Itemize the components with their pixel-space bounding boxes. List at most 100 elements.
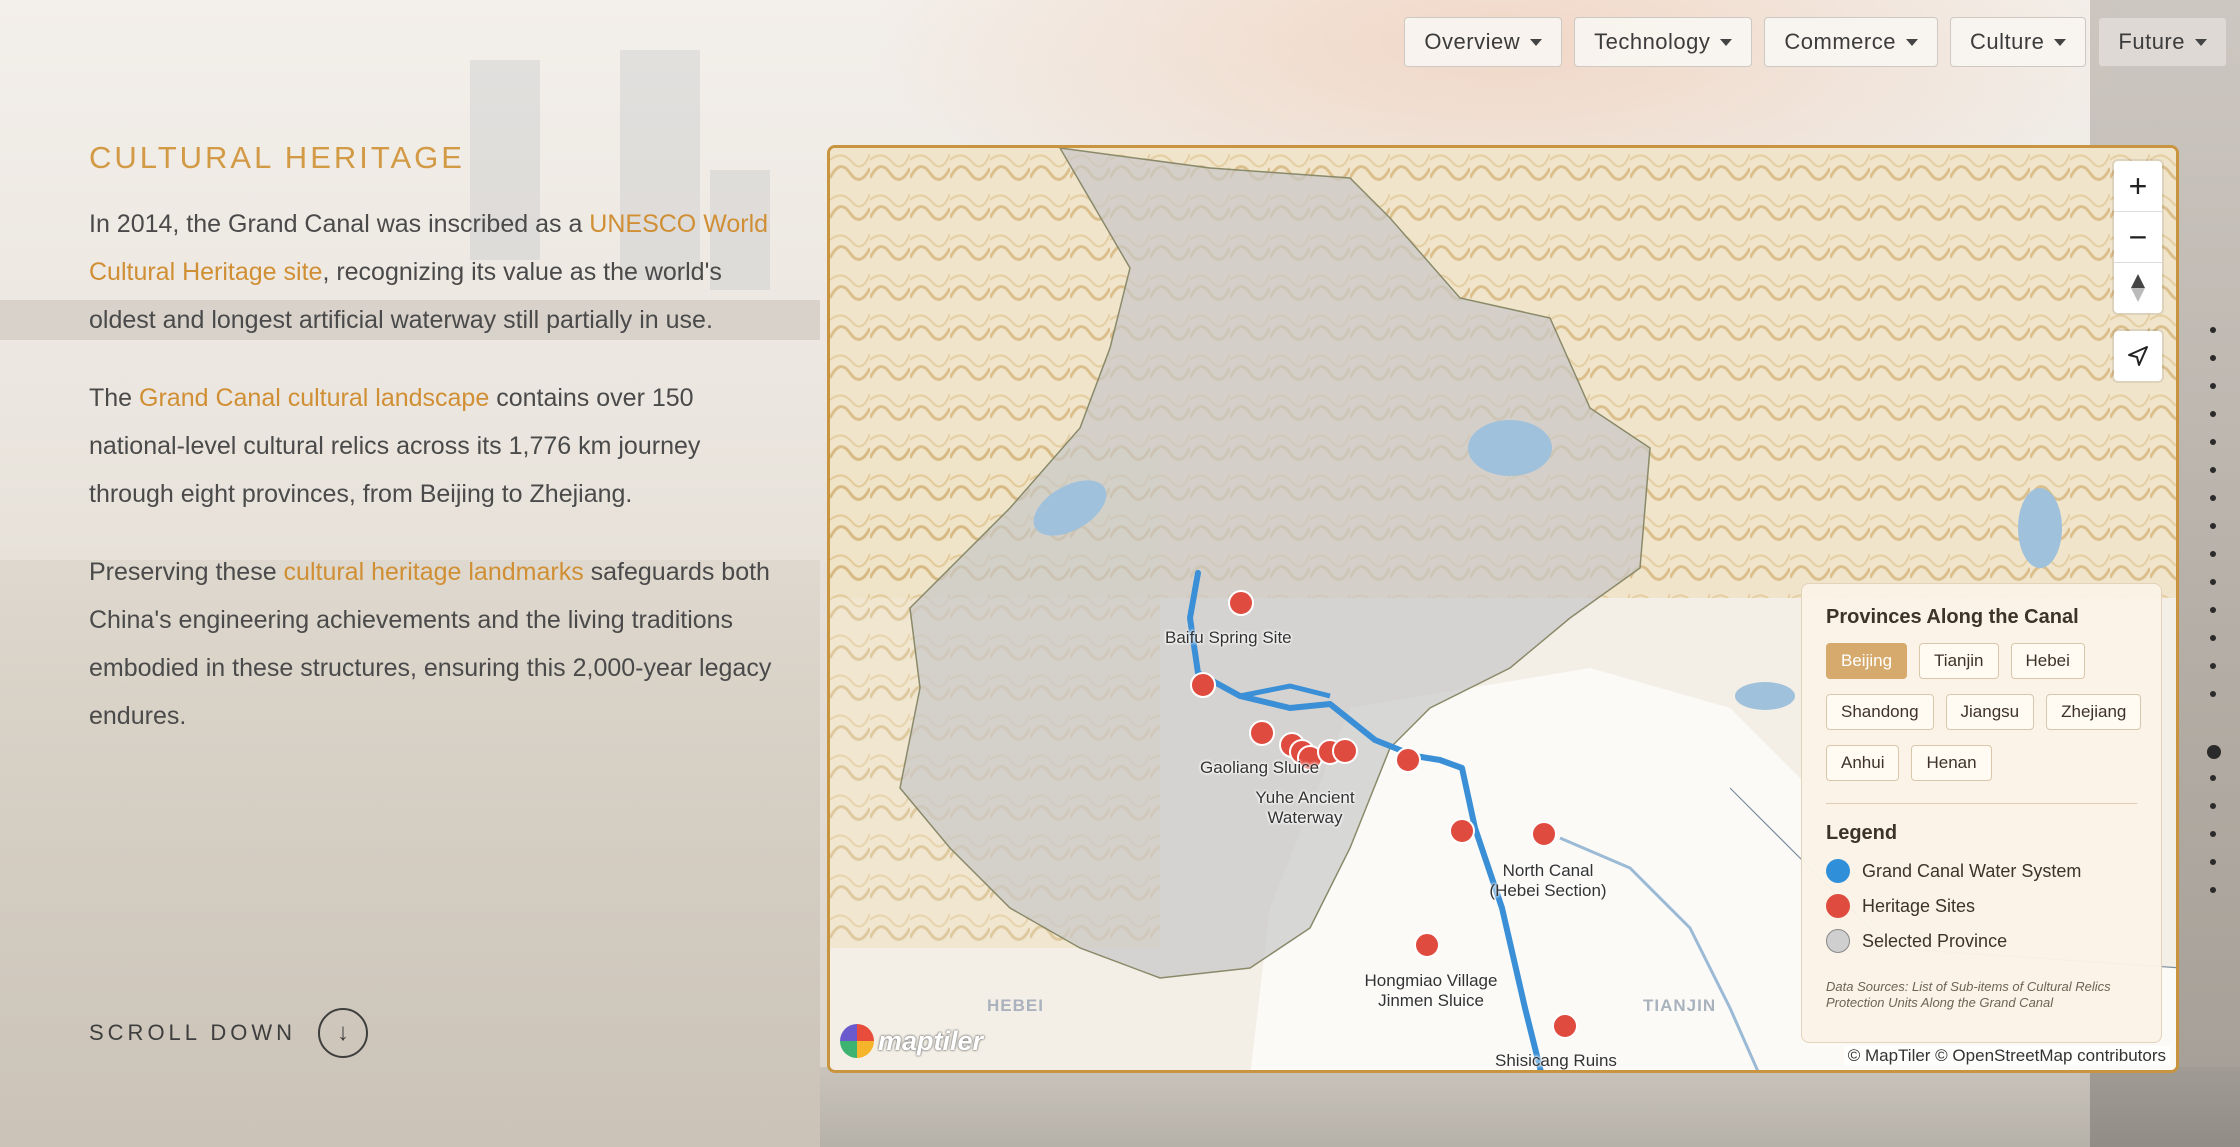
- maptiler-logo[interactable]: maptiler: [840, 1024, 983, 1058]
- paragraph-1: In 2014, the Grand Canal was inscribed a…: [89, 200, 779, 344]
- section-dot[interactable]: [2210, 439, 2216, 445]
- compass-icon: [2131, 274, 2145, 302]
- geolocate-control: [2114, 331, 2162, 381]
- label-hongmiao-sluice: Hongmiao Village Jinmen Sluice: [1364, 971, 1498, 1010]
- nav-overview[interactable]: Overview: [1404, 17, 1563, 67]
- section-dot[interactable]: [2210, 775, 2216, 781]
- legend-item-province: Selected Province: [1826, 929, 2137, 953]
- map-attribution[interactable]: © MapTiler © OpenStreetMap contributors: [1843, 1046, 2170, 1066]
- nav-future[interactable]: Future: [2098, 17, 2227, 67]
- zoom-in-button[interactable]: +: [2114, 161, 2162, 212]
- zoom-out-button[interactable]: −: [2114, 212, 2162, 263]
- heritage-site-marker[interactable]: [1414, 932, 1440, 958]
- nav-future-label: Future: [2118, 29, 2185, 54]
- legend-label: Selected Province: [1862, 930, 2008, 951]
- map-container[interactable]: Baifu Spring Site Gaoliang Sluice Yuhe A…: [827, 145, 2179, 1073]
- navigation-arrow-icon: [2128, 346, 2148, 366]
- content-column: CULTURAL HERITAGE In 2014, the Grand Can…: [89, 140, 779, 770]
- section-dot[interactable]: [2210, 523, 2216, 529]
- section-dot-active[interactable]: [2207, 745, 2221, 759]
- section-dot[interactable]: [2210, 551, 2216, 557]
- section-dot[interactable]: [2210, 859, 2216, 865]
- region-label-tianjin: TIANJIN: [1643, 996, 1717, 1015]
- province-chip-jiangsu[interactable]: Jiangsu: [1945, 694, 2035, 730]
- landscape-highlight: Grand Canal cultural landscape: [139, 384, 490, 412]
- canal-swatch: [1826, 859, 1850, 883]
- legend-label: Grand Canal Water System: [1862, 860, 2082, 881]
- data-sources: Data Sources: List of Sub-items of Cultu…: [1826, 979, 2111, 1010]
- label-shisicang-ruins: Shisicang Ruins: [1495, 1051, 1617, 1070]
- section-dot[interactable]: [2210, 803, 2216, 809]
- legend-item-heritage: Heritage Sites: [1826, 894, 2137, 918]
- section-dot[interactable]: [2210, 607, 2216, 613]
- caret-down-icon: [1720, 38, 1733, 46]
- province-chip-zhejiang[interactable]: Zhejiang: [2046, 694, 2142, 730]
- province-chip-shandong[interactable]: Shandong: [1826, 694, 1934, 730]
- geolocate-button[interactable]: [2114, 331, 2162, 381]
- paragraph-2: The Grand Canal cultural landscape conta…: [89, 374, 779, 518]
- province-chip-henan[interactable]: Henan: [1911, 745, 1992, 781]
- section-dot[interactable]: [2210, 355, 2216, 361]
- heritage-site-marker[interactable]: [1531, 821, 1557, 847]
- nav-technology[interactable]: Technology: [1574, 17, 1753, 67]
- label-north-canal: North Canal (Hebei Section): [1489, 861, 1607, 900]
- nav-overview-label: Overview: [1424, 29, 1521, 54]
- legend-item-canal: Grand Canal Water System: [1826, 859, 2137, 883]
- paragraph-3: Preserving these cultural heritage landm…: [89, 548, 779, 740]
- paragraph-text: Preserving these: [89, 558, 284, 586]
- heritage-site-marker[interactable]: [1228, 590, 1254, 616]
- section-dot[interactable]: [2210, 411, 2216, 417]
- legend-title: Legend: [1826, 822, 1898, 844]
- section-dot[interactable]: [2210, 887, 2216, 893]
- section-dot[interactable]: [2210, 663, 2216, 669]
- zoom-controls: + −: [2114, 161, 2162, 313]
- top-nav: Overview Technology Commerce Culture Fut…: [1404, 17, 2227, 67]
- nav-commerce-label: Commerce: [1784, 29, 1896, 54]
- label-gaoliang-sluice: Gaoliang Sluice: [1200, 758, 1320, 777]
- section-dot[interactable]: [2210, 327, 2216, 333]
- provinces-legend-panel: Provinces Along the Canal Beijing Tianji…: [1801, 583, 2162, 1043]
- province-chips: Beijing Tianjin Hebei Shandong Jiangsu Z…: [1826, 643, 2146, 781]
- province-chip-anhui[interactable]: Anhui: [1826, 745, 1900, 781]
- section-dot[interactable]: [2210, 495, 2216, 501]
- scroll-down-label: SCROLL DOWN: [89, 1020, 296, 1045]
- section-dot[interactable]: [2210, 635, 2216, 641]
- section-dot[interactable]: [2210, 831, 2216, 837]
- province-chip-hebei[interactable]: Hebei: [2010, 643, 2085, 679]
- caret-down-icon: [2054, 38, 2067, 46]
- heritage-site-marker[interactable]: [1249, 720, 1275, 746]
- scroll-down[interactable]: SCROLL DOWN ↓: [89, 1008, 368, 1058]
- section-dot[interactable]: [2210, 383, 2216, 389]
- caret-down-icon: [2195, 38, 2207, 46]
- compass-button[interactable]: [2114, 263, 2162, 313]
- section-dot[interactable]: [2210, 579, 2216, 585]
- province-chip-beijing[interactable]: Beijing: [1826, 643, 1908, 679]
- section-dot[interactable]: [2210, 467, 2216, 473]
- province-swatch: [1826, 929, 1850, 953]
- provinces-title: Provinces Along the Canal: [1826, 606, 2079, 628]
- heritage-site-marker[interactable]: [1190, 672, 1216, 698]
- reservoir: [1735, 682, 1795, 710]
- heritage-site-marker[interactable]: [1332, 738, 1358, 764]
- label-baifu-spring: Baifu Spring Site: [1165, 628, 1292, 647]
- nav-culture[interactable]: Culture: [1949, 17, 2087, 67]
- nav-culture-label: Culture: [1969, 29, 2045, 54]
- nav-commerce[interactable]: Commerce: [1764, 17, 1938, 67]
- heritage-site-marker[interactable]: [1395, 747, 1421, 773]
- panel-divider: [1826, 803, 2137, 804]
- reservoir: [2018, 488, 2062, 568]
- heritage-site-marker[interactable]: [1552, 1013, 1578, 1039]
- label-yuhe-waterway: Yuhe Ancient Waterway: [1255, 788, 1355, 827]
- province-chip-tianjin[interactable]: Tianjin: [1919, 643, 1999, 679]
- paragraph-text: In 2014, the Grand Canal was inscribed a…: [89, 210, 590, 238]
- heritage-site-marker[interactable]: [1449, 818, 1475, 844]
- section-dot[interactable]: [2210, 691, 2216, 697]
- landmarks-highlight: cultural heritage landmarks: [283, 558, 584, 586]
- caret-down-icon: [1530, 38, 1543, 46]
- nav-technology-label: Technology: [1594, 29, 1711, 54]
- section-title: CULTURAL HERITAGE: [89, 140, 465, 175]
- maptiler-logo-text: maptiler: [878, 1025, 984, 1056]
- arrow-down-icon[interactable]: ↓: [317, 1008, 368, 1058]
- caret-down-icon: [1905, 38, 1918, 46]
- paragraph-text: The: [89, 384, 140, 412]
